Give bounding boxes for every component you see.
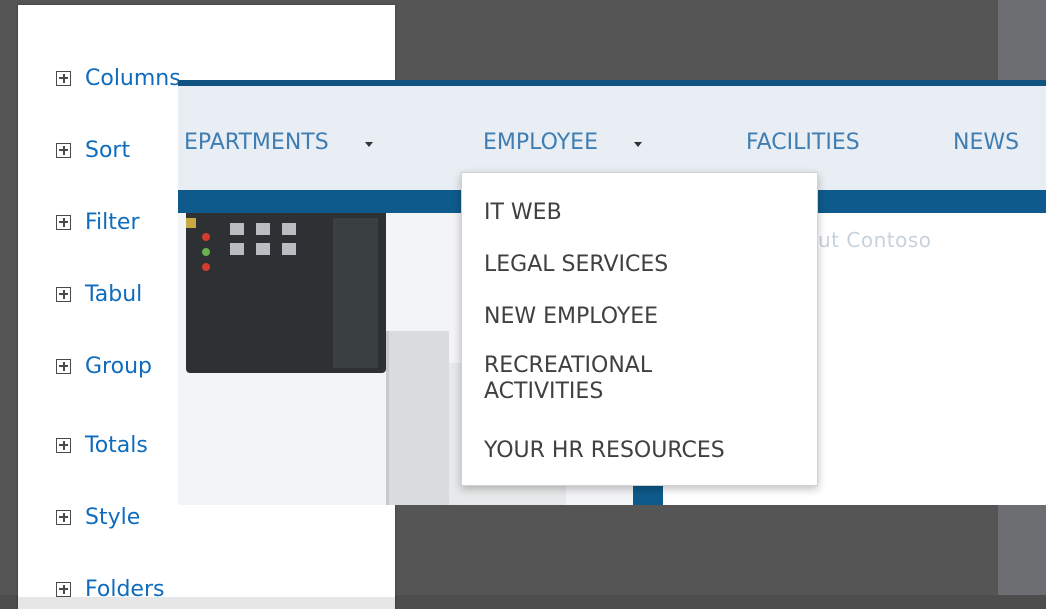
settings-item-label: Columns	[85, 65, 181, 91]
red-led-icon	[202, 233, 210, 241]
menu-item-it-web[interactable]: IT WEB	[484, 200, 562, 226]
employee-dropdown-menu: IT WEB LEGAL SERVICES NEW EMPLOYEE RECRE…	[461, 172, 818, 486]
expand-plus-icon[interactable]	[56, 142, 71, 158]
settings-item-label: Sort	[85, 137, 131, 163]
settings-item-sort[interactable]: Sort	[56, 133, 130, 167]
machine-grill	[256, 223, 270, 235]
menu-item-new-employee[interactable]: NEW EMPLOYEE	[484, 304, 658, 330]
nav-employee[interactable]: EMPLOYEE	[483, 130, 642, 155]
expand-plus-icon[interactable]	[56, 437, 71, 453]
nav-label: EPARTMENTS	[184, 130, 329, 155]
settings-item-columns[interactable]: Columns	[56, 61, 181, 95]
nav-label: FACILITIES	[746, 130, 860, 155]
menu-item-recreational-activities[interactable]: RECREATIONAL ACTIVITIES	[484, 353, 714, 405]
settings-item-filter[interactable]: Filter	[56, 205, 139, 239]
settings-item-label: Totals	[85, 432, 148, 458]
nav-facilities[interactable]: FACILITIES	[746, 130, 860, 155]
expand-plus-icon[interactable]	[56, 286, 71, 302]
expand-plus-icon[interactable]	[56, 358, 71, 374]
settings-item-tabular[interactable]: Tabul	[56, 277, 142, 311]
machine-grill	[256, 243, 270, 255]
machine-door	[333, 218, 378, 368]
machine-indicator	[186, 218, 196, 228]
expand-plus-icon[interactable]	[56, 581, 71, 597]
settings-item-style[interactable]: Style	[56, 500, 140, 534]
menu-item-legal-services[interactable]: LEGAL SERVICES	[484, 252, 668, 278]
welcome-text: ut Contoso	[818, 228, 932, 252]
settings-item-group[interactable]: Group	[56, 349, 152, 383]
expand-plus-icon[interactable]	[56, 214, 71, 230]
machine-grill	[230, 243, 244, 255]
machine-side-panel	[386, 331, 449, 505]
nav-label: EMPLOYEE	[483, 130, 598, 155]
expand-plus-icon[interactable]	[56, 509, 71, 525]
nav-news[interactable]: NEWS	[953, 130, 1019, 155]
caret-down-icon[interactable]	[633, 142, 642, 147]
settings-item-label: Tabul	[85, 281, 143, 307]
settings-item-label: Group	[85, 353, 152, 379]
menu-item-your-hr-resources[interactable]: YOUR HR RESOURCES	[484, 438, 725, 464]
machine-grill	[282, 243, 296, 255]
machine-grill	[282, 223, 296, 235]
settings-item-label: Filter	[85, 209, 140, 235]
nav-departments[interactable]: EPARTMENTS	[184, 130, 373, 155]
machine-grill	[230, 223, 244, 235]
expand-plus-icon[interactable]	[56, 70, 71, 86]
red-led-icon	[202, 263, 210, 271]
nav-label: NEWS	[953, 130, 1020, 155]
panel-footer	[18, 597, 395, 609]
caret-down-icon[interactable]	[364, 142, 373, 147]
settings-item-totals[interactable]: Totals	[56, 428, 148, 462]
settings-item-label: Style	[85, 504, 141, 530]
green-led-icon	[202, 248, 210, 256]
